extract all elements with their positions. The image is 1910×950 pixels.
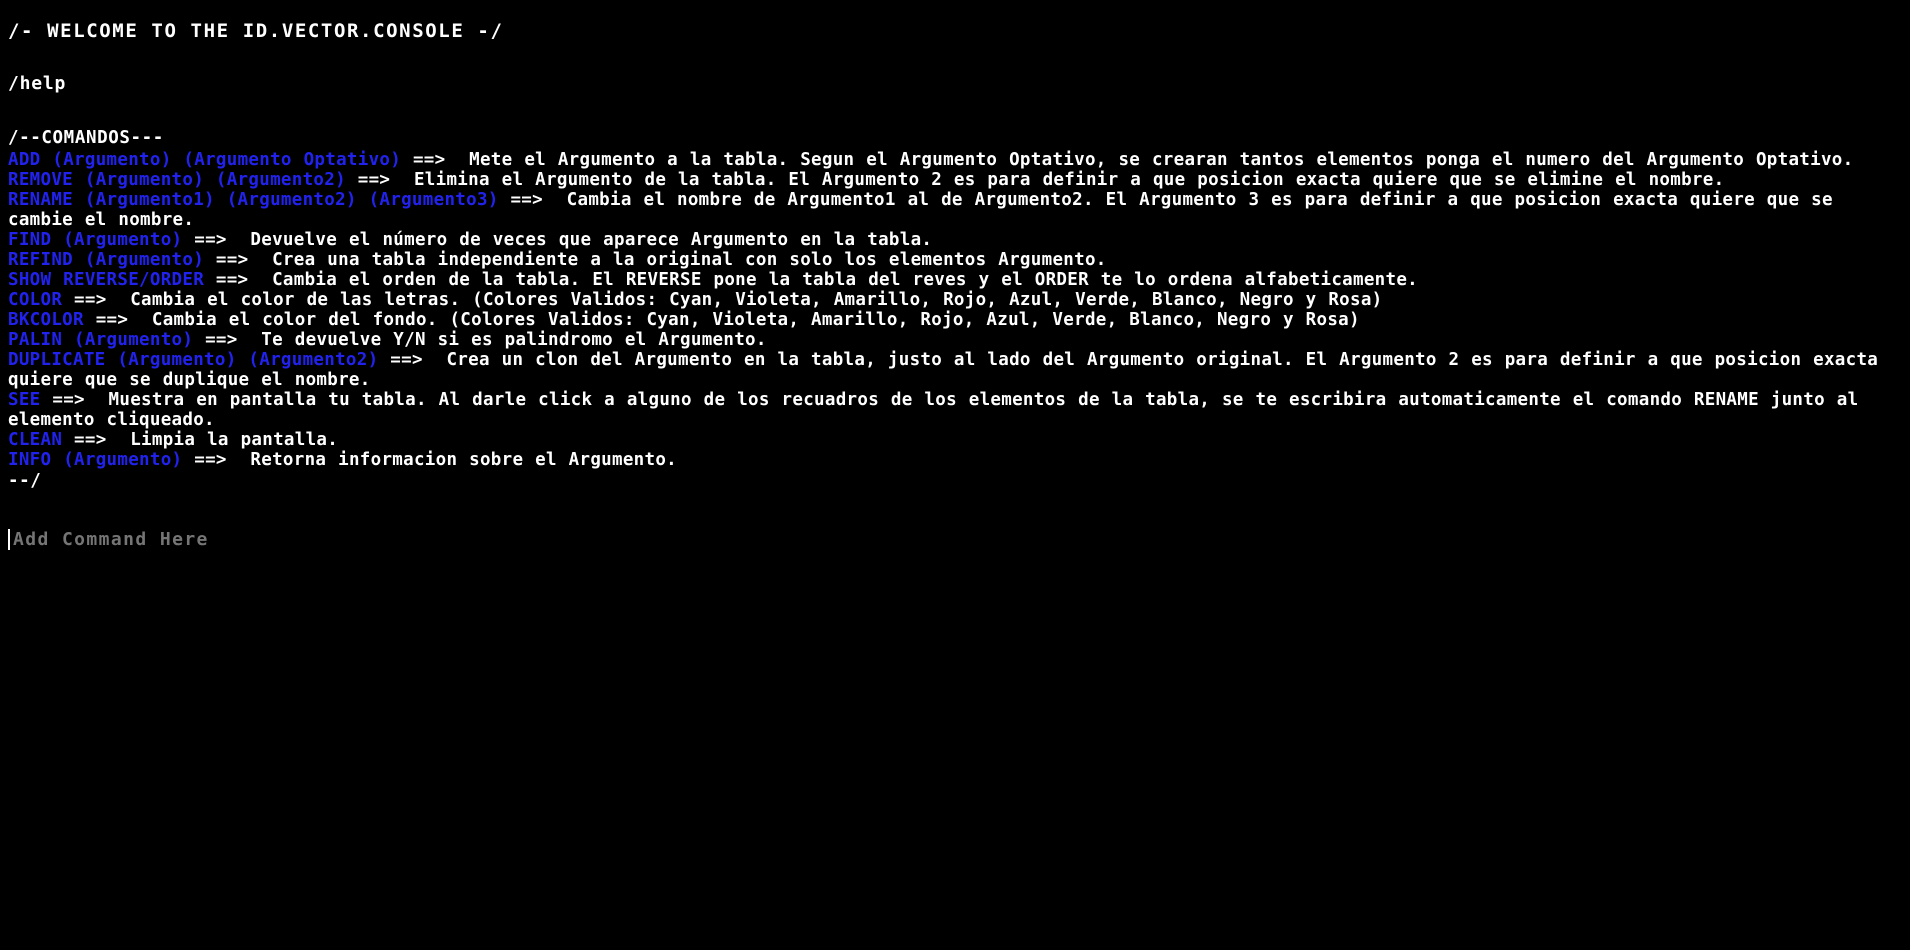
command-arrow: ==> [52,390,85,410]
command-arrow: ==> [194,450,227,470]
command-arrow: ==> [74,290,107,310]
command-arrow: ==> [74,430,107,450]
welcome-banner: /- WELCOME TO THE ID.VECTOR.CONSOLE -/ [8,20,504,42]
help-line: DUPLICATE (Argumento) (Argumento2) ==> C… [8,350,1902,390]
command-description: Elimina el Argumento de la tabla. El Arg… [413,170,1725,190]
command-arguments: (Argumento) [84,250,205,270]
command-name: RENAME [8,190,74,210]
command-name: CLEAN [8,430,63,450]
command-description: Crea una tabla independiente a la origin… [272,250,1107,270]
command-arrow: ==> [390,350,423,370]
command-arrow: ==> [510,190,543,210]
help-line: SHOW REVERSE/ORDER ==> Cambia el orden d… [8,270,1902,290]
command-arguments: (Argumento) [74,330,194,350]
command-arrow: ==> [215,250,249,270]
command-name: BKCOLOR [8,310,84,330]
command-name: SHOW REVERSE/ORDER [8,270,205,290]
command-description: Cambia el orden de la tabla. El REVERSE … [272,270,1419,290]
command-description: Cambia el color del fondo. (Colores Vali… [151,310,1360,330]
command-arguments: (Argumento) [63,230,183,250]
help-line: SEE ==> Muestra en pantalla tu tabla. Al… [8,390,1902,430]
command-input-row[interactable] [8,526,1902,552]
command-name: INFO [8,450,52,470]
command-arrow: ==> [95,310,129,330]
commands-help-list: ADD (Argumento) (Argumento Optativo) ==>… [8,150,1902,470]
command-name: FIND [8,230,52,250]
entered-command-echo: /help [8,73,67,94]
command-name: COLOR [8,290,63,310]
help-line: RENAME (Argumento1) (Argumento2) (Argume… [8,190,1902,230]
help-line: FIND (Argumento) ==> Devuelve el número … [8,230,1902,250]
command-name: PALIN [8,330,63,350]
text-caret [8,528,10,550]
command-name: REFIND [8,250,74,270]
command-description: Mete el Argumento a la tabla. Segun el A… [469,150,1854,170]
help-line: CLEAN ==> Limpia la pantalla. [8,430,1902,450]
command-arrow: ==> [357,170,391,190]
help-line: ADD (Argumento) (Argumento Optativo) ==>… [8,150,1902,170]
command-input[interactable] [11,527,685,551]
help-line: REFIND (Argumento) ==> Crea una tabla in… [8,250,1902,270]
command-arguments: (Argumento) (Argumento2) [117,350,379,370]
help-line: COLOR ==> Cambia el color de las letras.… [8,290,1902,310]
command-arguments: (Argumento) (Argumento2) [84,170,346,190]
command-arguments: (Argumento) (Argumento Optativo) [52,150,402,170]
command-description: Muestra en pantalla tu tabla. Al darle c… [8,390,1871,430]
help-line: REMOVE (Argumento) (Argumento2) ==> Elim… [8,170,1902,190]
help-line: INFO (Argumento) ==> Retorna informacion… [8,450,1902,470]
command-description: Te devuelve Y/N si es palindromo el Argu… [261,330,767,350]
command-arrow: ==> [215,270,249,290]
command-description: Limpia la pantalla. [130,430,339,450]
command-description: Retorna informacion sobre el Argumento. [250,450,678,470]
commands-section-open-marker: /--COMANDOS--- [8,128,164,148]
command-arrow: ==> [412,150,446,170]
command-arguments: (Argumento1) (Argumento2) (Argumento3) [84,190,499,210]
command-arrow: ==> [194,230,227,250]
console-screen[interactable]: /- WELCOME TO THE ID.VECTOR.CONSOLE -/ /… [0,0,1910,950]
command-arrow: ==> [205,330,238,350]
help-line: BKCOLOR ==> Cambia el color del fondo. (… [8,310,1902,330]
command-name: SEE [8,390,41,410]
commands-section-close-marker: --/ [8,471,42,491]
command-description: Cambia el color de las letras. (Colores … [130,290,1383,310]
command-arguments: (Argumento) [63,450,183,470]
command-name: DUPLICATE [8,350,106,370]
help-line: PALIN (Argumento) ==> Te devuelve Y/N si… [8,330,1902,350]
command-name: ADD [8,150,41,170]
command-description: Devuelve el número de veces que aparece … [250,230,933,250]
command-name: REMOVE [8,170,74,190]
